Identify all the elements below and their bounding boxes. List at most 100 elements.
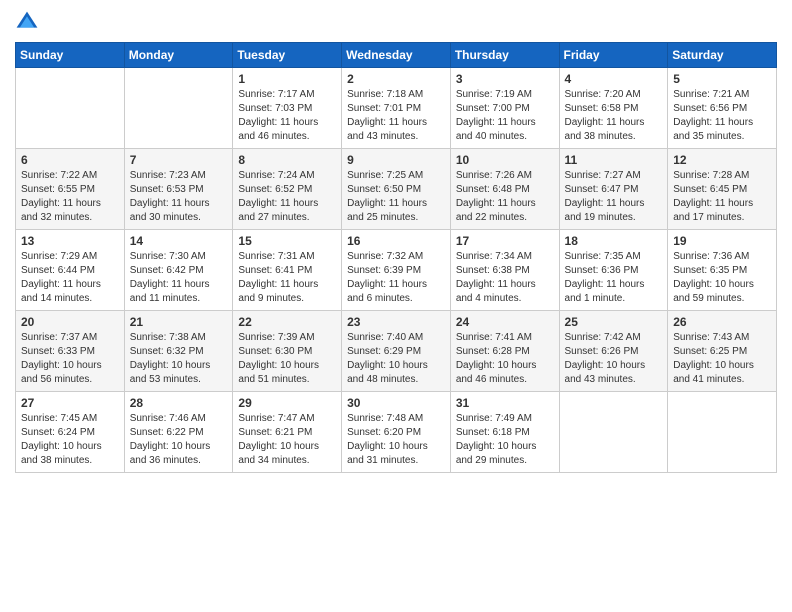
day-number: 14	[130, 234, 228, 248]
cell-info: Sunrise: 7:39 AM Sunset: 6:30 PM Dayligh…	[238, 331, 336, 387]
calendar-cell: 24 Sunrise: 7:41 AM Sunset: 6:28 PM Dayli…	[450, 311, 559, 392]
day-number: 15	[238, 234, 336, 248]
calendar-header: SundayMondayTuesdayWednesdayThursdayFrid…	[16, 43, 777, 68]
cell-info: Sunrise: 7:47 AM Sunset: 6:21 PM Dayligh…	[238, 412, 336, 468]
cell-info: Sunrise: 7:34 AM Sunset: 6:38 PM Dayligh…	[456, 250, 554, 306]
calendar-cell	[668, 392, 777, 473]
day-number: 10	[456, 153, 554, 167]
calendar-cell: 25Sunrise: 7:42 AM Sunset: 6:26 PM Dayli…	[559, 311, 668, 392]
cell-info: Sunrise: 7:28 AM Sunset: 6:45 PM Dayligh…	[673, 169, 771, 225]
day-number: 8	[238, 153, 336, 167]
calendar-cell: 29 Sunrise: 7:47 AM Sunset: 6:21 PM Dayli…	[233, 392, 342, 473]
cell-info: Sunrise: 7:49 AM Sunset: 6:18 PM Dayligh…	[456, 412, 554, 468]
cell-info: Sunrise: 7:18 AM Sunset: 7:01 PM Dayligh…	[347, 88, 445, 144]
cell-info: Sunrise: 7:41 AM Sunset: 6:28 PM Dayligh…	[456, 331, 554, 387]
calendar-cell: 6 Sunrise: 7:22 AM Sunset: 6:55 PM Daylig…	[16, 149, 125, 230]
calendar-cell: 31Sunrise: 7:49 AM Sunset: 6:18 PM Dayli…	[450, 392, 559, 473]
cell-info: Sunrise: 7:23 AM Sunset: 6:53 PM Dayligh…	[130, 169, 228, 225]
cell-info: Sunrise: 7:42 AM Sunset: 6:26 PM Dayligh…	[565, 331, 663, 387]
day-number: 27	[21, 396, 119, 410]
cell-info: Sunrise: 7:46 AM Sunset: 6:22 PM Dayligh…	[130, 412, 228, 468]
cell-info: Sunrise: 7:48 AM Sunset: 6:20 PM Dayligh…	[347, 412, 445, 468]
calendar-cell: 2 Sunrise: 7:18 AM Sunset: 7:01 PM Daylig…	[342, 68, 451, 149]
day-number: 17	[456, 234, 554, 248]
calendar-cell: 1 Sunrise: 7:17 AM Sunset: 7:03 PM Daylig…	[233, 68, 342, 149]
calendar-cell: 9Sunrise: 7:25 AM Sunset: 6:50 PM Daylig…	[342, 149, 451, 230]
cell-info: Sunrise: 7:19 AM Sunset: 7:00 PM Dayligh…	[456, 88, 554, 144]
week-row-3: 13 Sunrise: 7:29 AM Sunset: 6:44 PM Dayli…	[16, 230, 777, 311]
calendar-cell: 18 Sunrise: 7:35 AM Sunset: 6:36 PM Dayli…	[559, 230, 668, 311]
calendar-cell: 20 Sunrise: 7:37 AM Sunset: 6:33 PM Dayli…	[16, 311, 125, 392]
logo-icon	[15, 10, 39, 34]
calendar-cell: 5 Sunrise: 7:21 AM Sunset: 6:56 PM Daylig…	[668, 68, 777, 149]
cell-info: Sunrise: 7:20 AM Sunset: 6:58 PM Dayligh…	[565, 88, 663, 144]
day-number: 21	[130, 315, 228, 329]
day-number: 23	[347, 315, 445, 329]
day-number: 2	[347, 72, 445, 86]
day-number: 29	[238, 396, 336, 410]
cell-info: Sunrise: 7:25 AM Sunset: 6:50 PM Dayligh…	[347, 169, 445, 225]
day-number: 16	[347, 234, 445, 248]
day-header-saturday: Saturday	[668, 43, 777, 68]
calendar-cell: 16 Sunrise: 7:32 AM Sunset: 6:39 PM Dayli…	[342, 230, 451, 311]
day-number: 22	[238, 315, 336, 329]
cell-info: Sunrise: 7:22 AM Sunset: 6:55 PM Dayligh…	[21, 169, 119, 225]
calendar-cell: 23Sunrise: 7:40 AM Sunset: 6:29 PM Dayli…	[342, 311, 451, 392]
day-number: 18	[565, 234, 663, 248]
calendar-cell: 10 Sunrise: 7:26 AM Sunset: 6:48 PM Dayli…	[450, 149, 559, 230]
week-row-1: 1 Sunrise: 7:17 AM Sunset: 7:03 PM Daylig…	[16, 68, 777, 149]
cell-info: Sunrise: 7:32 AM Sunset: 6:39 PM Dayligh…	[347, 250, 445, 306]
cell-info: Sunrise: 7:37 AM Sunset: 6:33 PM Dayligh…	[21, 331, 119, 387]
calendar-cell: 4Sunrise: 7:20 AM Sunset: 6:58 PM Daylig…	[559, 68, 668, 149]
header-row: SundayMondayTuesdayWednesdayThursdayFrid…	[16, 43, 777, 68]
calendar-cell	[16, 68, 125, 149]
calendar-cell: 27Sunrise: 7:45 AM Sunset: 6:24 PM Dayli…	[16, 392, 125, 473]
cell-info: Sunrise: 7:43 AM Sunset: 6:25 PM Dayligh…	[673, 331, 771, 387]
calendar-cell: 28 Sunrise: 7:46 AM Sunset: 6:22 PM Dayli…	[124, 392, 233, 473]
cell-info: Sunrise: 7:30 AM Sunset: 6:42 PM Dayligh…	[130, 250, 228, 306]
day-header-friday: Friday	[559, 43, 668, 68]
calendar-cell: 14 Sunrise: 7:30 AM Sunset: 6:42 PM Dayli…	[124, 230, 233, 311]
day-header-tuesday: Tuesday	[233, 43, 342, 68]
calendar-cell: 17 Sunrise: 7:34 AM Sunset: 6:38 PM Dayli…	[450, 230, 559, 311]
cell-info: Sunrise: 7:27 AM Sunset: 6:47 PM Dayligh…	[565, 169, 663, 225]
calendar-cell: 22 Sunrise: 7:39 AM Sunset: 6:30 PM Dayli…	[233, 311, 342, 392]
week-row-4: 20 Sunrise: 7:37 AM Sunset: 6:33 PM Dayli…	[16, 311, 777, 392]
day-number: 6	[21, 153, 119, 167]
cell-info: Sunrise: 7:31 AM Sunset: 6:41 PM Dayligh…	[238, 250, 336, 306]
cell-info: Sunrise: 7:26 AM Sunset: 6:48 PM Dayligh…	[456, 169, 554, 225]
cell-info: Sunrise: 7:17 AM Sunset: 7:03 PM Dayligh…	[238, 88, 336, 144]
day-number: 11	[565, 153, 663, 167]
week-row-2: 6 Sunrise: 7:22 AM Sunset: 6:55 PM Daylig…	[16, 149, 777, 230]
calendar-table: SundayMondayTuesdayWednesdayThursdayFrid…	[15, 42, 777, 473]
cell-info: Sunrise: 7:29 AM Sunset: 6:44 PM Dayligh…	[21, 250, 119, 306]
cell-info: Sunrise: 7:24 AM Sunset: 6:52 PM Dayligh…	[238, 169, 336, 225]
page-header	[15, 10, 777, 34]
day-number: 24	[456, 315, 554, 329]
calendar-cell: 3Sunrise: 7:19 AM Sunset: 7:00 PM Daylig…	[450, 68, 559, 149]
day-number: 12	[673, 153, 771, 167]
day-number: 19	[673, 234, 771, 248]
calendar-cell: 30 Sunrise: 7:48 AM Sunset: 6:20 PM Dayli…	[342, 392, 451, 473]
day-header-sunday: Sunday	[16, 43, 125, 68]
day-number: 5	[673, 72, 771, 86]
calendar-cell	[124, 68, 233, 149]
cell-info: Sunrise: 7:21 AM Sunset: 6:56 PM Dayligh…	[673, 88, 771, 144]
day-number: 13	[21, 234, 119, 248]
day-number: 30	[347, 396, 445, 410]
cell-info: Sunrise: 7:36 AM Sunset: 6:35 PM Dayligh…	[673, 250, 771, 306]
cell-info: Sunrise: 7:38 AM Sunset: 6:32 PM Dayligh…	[130, 331, 228, 387]
day-number: 26	[673, 315, 771, 329]
calendar-cell: 26 Sunrise: 7:43 AM Sunset: 6:25 PM Dayli…	[668, 311, 777, 392]
day-number: 7	[130, 153, 228, 167]
week-row-5: 27Sunrise: 7:45 AM Sunset: 6:24 PM Dayli…	[16, 392, 777, 473]
day-number: 28	[130, 396, 228, 410]
calendar-cell: 15 Sunrise: 7:31 AM Sunset: 6:41 PM Dayli…	[233, 230, 342, 311]
logo	[15, 10, 43, 34]
calendar-cell: 8 Sunrise: 7:24 AM Sunset: 6:52 PM Daylig…	[233, 149, 342, 230]
day-number: 20	[21, 315, 119, 329]
cell-info: Sunrise: 7:35 AM Sunset: 6:36 PM Dayligh…	[565, 250, 663, 306]
calendar-cell: 11 Sunrise: 7:27 AM Sunset: 6:47 PM Dayli…	[559, 149, 668, 230]
day-number: 1	[238, 72, 336, 86]
calendar-body: 1 Sunrise: 7:17 AM Sunset: 7:03 PM Daylig…	[16, 68, 777, 473]
